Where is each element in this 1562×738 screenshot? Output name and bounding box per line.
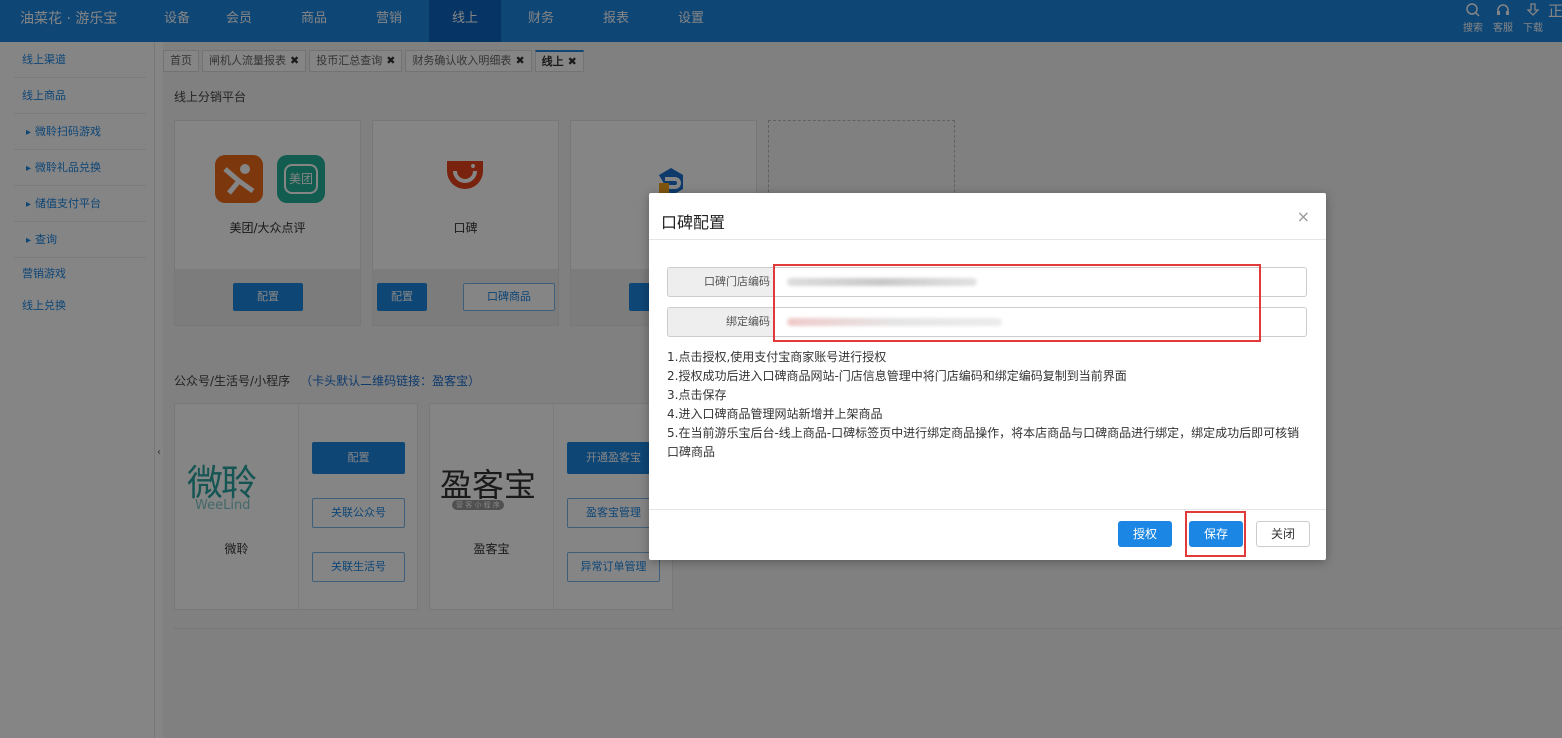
store-code-label: 口碑门店编码	[667, 267, 775, 297]
close-icon[interactable]: ×	[1297, 207, 1310, 226]
highlight-box-save	[1185, 511, 1246, 557]
instruction-line: 5.在当前游乐宝后台-线上商品-口碑标签页中进行绑定商品操作，将本店商品与口碑商…	[667, 426, 1300, 459]
koubei-config-dialog: 口碑配置 × 口碑门店编码 绑定编码 1.点击授权,使用支付宝商家账号进行授权 …	[649, 193, 1326, 560]
instruction-line: 4.进入口碑商品管理网站新增并上架商品	[667, 407, 883, 421]
highlight-box-fields	[773, 264, 1261, 342]
instruction-line: 2.授权成功后进入口碑商品网站-门店信息管理中将门店编码和绑定编码复制到当前界面	[667, 369, 1127, 383]
instructions: 1.点击授权,使用支付宝商家账号进行授权 2.授权成功后进入口碑商品网站-门店信…	[667, 348, 1307, 462]
instruction-line: 3.点击保存	[667, 388, 727, 402]
instruction-line: 1.点击授权,使用支付宝商家账号进行授权	[667, 350, 887, 364]
binding-code-label: 绑定编码	[667, 307, 775, 337]
dialog-title: 口碑配置	[661, 213, 726, 232]
authorize-button[interactable]: 授权	[1118, 521, 1172, 547]
close-button[interactable]: 关闭	[1256, 521, 1310, 547]
